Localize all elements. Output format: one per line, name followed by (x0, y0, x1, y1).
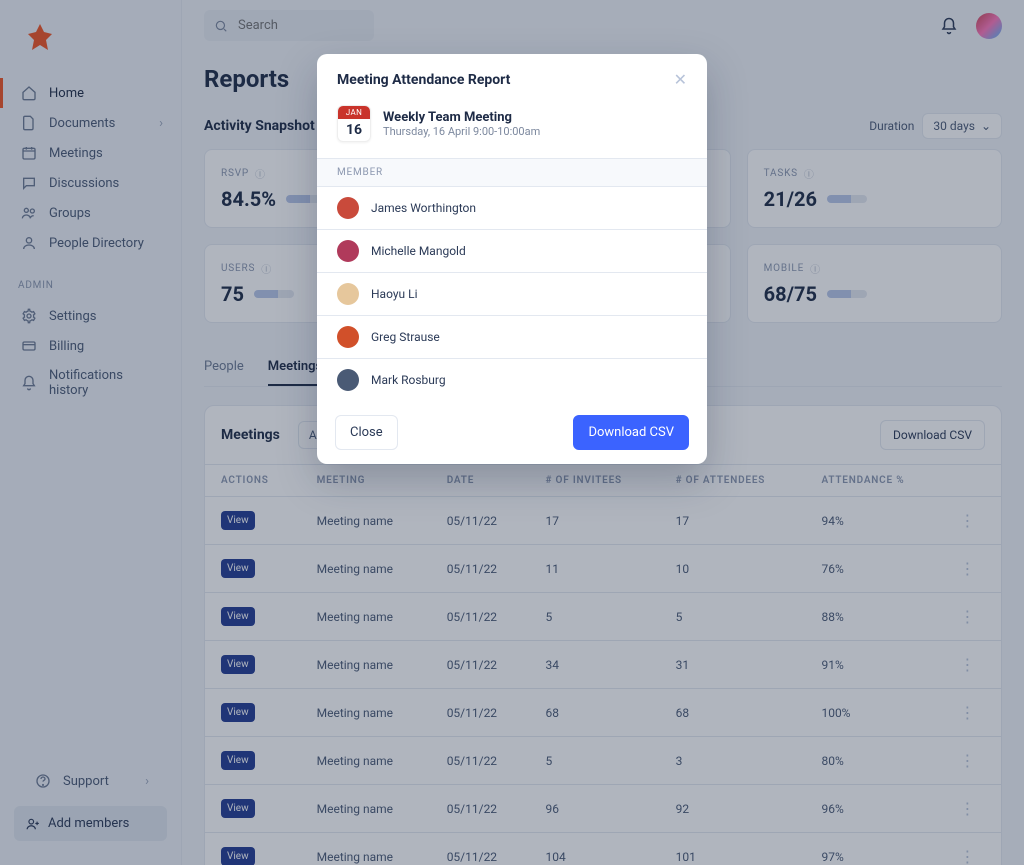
member-row: Michelle Mangold (317, 230, 707, 273)
member-row: Mark Rosburg (317, 359, 707, 401)
member-column-header: MEMBER (317, 158, 707, 187)
avatar (337, 283, 359, 305)
avatar (337, 197, 359, 219)
modal-meeting-title: Weekly Team Meeting (383, 110, 540, 125)
download-csv-primary-button[interactable]: Download CSV (573, 415, 689, 450)
avatar (337, 240, 359, 262)
calendar-chip-month: JAN (338, 106, 370, 119)
modal-title: Meeting Attendance Report (337, 72, 510, 88)
member-name: Michelle Mangold (371, 244, 466, 258)
member-name: James Worthington (371, 201, 476, 215)
close-button[interactable]: Close (335, 415, 398, 450)
member-name: Greg Strause (371, 330, 440, 344)
member-name: Mark Rosburg (371, 373, 446, 387)
member-row: James Worthington (317, 187, 707, 230)
calendar-chip: JAN 16 (337, 105, 371, 142)
avatar (337, 326, 359, 348)
modal-meeting-subtitle: Thursday, 16 April 9:00-10:00am (383, 125, 540, 138)
member-row: Haoyu Li (317, 273, 707, 316)
avatar (337, 369, 359, 391)
close-icon[interactable]: ✕ (674, 70, 687, 89)
modal-overlay[interactable]: Meeting Attendance Report ✕ JAN 16 Weekl… (0, 0, 1024, 865)
calendar-chip-day: 16 (338, 119, 370, 141)
member-name: Haoyu Li (371, 287, 418, 301)
member-row: Greg Strause (317, 316, 707, 359)
attendance-modal: Meeting Attendance Report ✕ JAN 16 Weekl… (317, 54, 707, 464)
